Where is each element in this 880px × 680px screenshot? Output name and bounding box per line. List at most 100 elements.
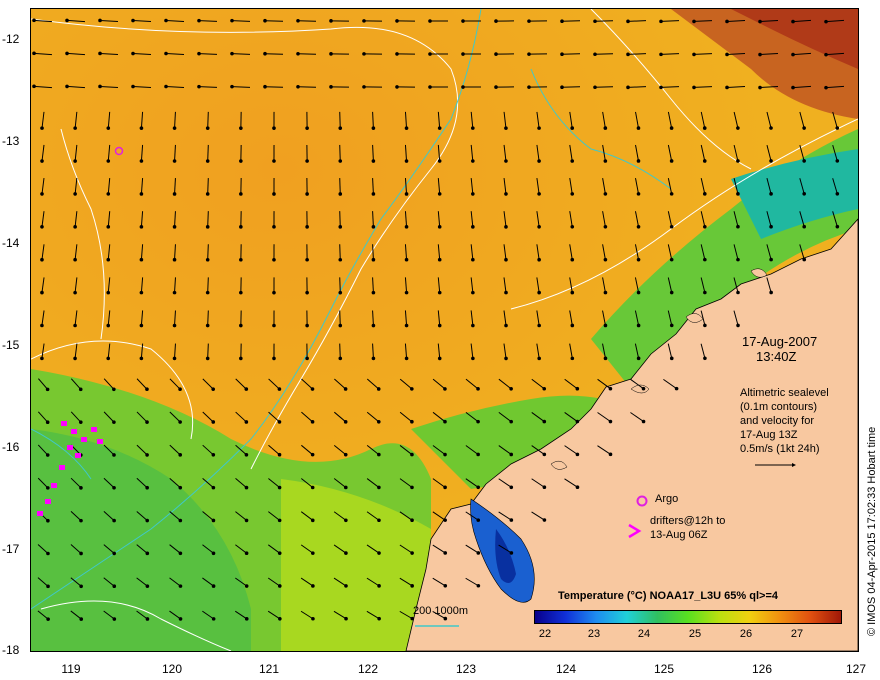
drifter-point [97, 439, 103, 444]
velocity-arrow-head [603, 224, 608, 229]
velocity-arrow-head [659, 85, 663, 90]
velocity-arrow-head [560, 52, 564, 57]
velocity-arrow [231, 20, 251, 22]
velocity-arrow-head [310, 452, 315, 457]
velocity-arrow-head [476, 485, 480, 490]
velocity-arrow-head [736, 159, 740, 163]
lat-tick-label: -14 [2, 236, 20, 250]
velocity-arrow [627, 20, 647, 22]
velocity-arrow-head [636, 257, 641, 262]
velocity-arrow-head [410, 419, 414, 424]
velocity-arrow-head [106, 126, 111, 130]
velocity-arrow-head [172, 323, 177, 328]
drifters-label: drifters@12h to 13-Aug 06Z [650, 514, 725, 542]
velocity-arrow-head [106, 356, 111, 361]
velocity-arrow-head [277, 485, 282, 490]
velocity-arrow-head [410, 485, 414, 490]
velocity-arrow [627, 53, 647, 55]
velocity-arrow [207, 144, 209, 162]
velocity-arrow-head [575, 419, 580, 424]
velocity-arrow [339, 111, 341, 129]
velocity-arrow-head [277, 420, 282, 424]
velocity-arrow-head [277, 551, 282, 555]
drifter-point [51, 483, 57, 488]
velocity-arrow-head [40, 356, 44, 361]
velocity-arrow-head [172, 257, 177, 262]
velocity-arrow-head [112, 485, 116, 490]
velocity-arrow-head [79, 551, 83, 556]
velocity-arrow-head [371, 257, 376, 262]
velocity-arrow-head [428, 19, 432, 23]
velocity-arrow-head [73, 126, 77, 130]
velocity-arrow-head [835, 159, 840, 163]
velocity-arrow-head [40, 323, 44, 328]
velocity-arrow-head [395, 19, 399, 23]
velocity-arrow-head [362, 19, 366, 23]
velocity-arrow-head [145, 518, 150, 523]
velocity-arrow-head [377, 452, 381, 457]
velocity-arrow-head [65, 18, 69, 23]
velocity-arrow-head [272, 126, 276, 130]
velocity-arrow-head [164, 51, 168, 56]
colorbar-title: Temperature (°C) NOAA17_L3U 65% ql>=4 [558, 590, 778, 602]
velocity-arrow-head [669, 224, 674, 229]
velocity-arrow-head [504, 323, 508, 328]
velocity-arrow-head [310, 420, 315, 424]
velocity-arrow-head [305, 192, 309, 196]
velocity-arrow-head [504, 356, 508, 361]
velocity-arrow-head [277, 452, 282, 457]
velocity-arrow-head [377, 584, 381, 588]
velocity-arrow-head [272, 257, 276, 262]
velocity-arrow-head [537, 225, 541, 229]
velocity-arrow-head [736, 323, 740, 328]
velocity-arrow-head [65, 51, 69, 56]
lat-tick-label: -12 [2, 32, 20, 46]
velocity-arrow-head [343, 420, 348, 424]
velocity-arrow-head [79, 617, 84, 621]
velocity-arrow-head [277, 518, 282, 523]
velocity-arrow-head [509, 485, 514, 490]
velocity-arrow-head [736, 126, 740, 130]
velocity-arrow-head [443, 387, 447, 391]
velocity-arrow-head [272, 356, 276, 361]
velocity-arrow-head [736, 224, 740, 229]
velocity-arrow-head [527, 85, 531, 89]
velocity-arrow-head [32, 18, 36, 23]
velocity-arrow-head [230, 51, 234, 56]
velocity-arrow-head [570, 159, 575, 163]
velocity-arrow-head [437, 126, 442, 130]
velocity-arrow-head [603, 290, 608, 295]
velocity-arrow-head [835, 126, 840, 130]
velocity-arrow-head [305, 356, 309, 361]
velocity-arrow-head [178, 617, 183, 621]
velocity-arrow-head [476, 518, 481, 522]
velocity-arrow-head [311, 616, 315, 621]
colorbar-tick-label: 22 [538, 628, 552, 640]
velocity-arrow-head [211, 584, 216, 588]
velocity-arrow-head [338, 192, 343, 196]
velocity-arrow-head [79, 486, 83, 490]
velocity-arrow-head [131, 18, 135, 23]
velocity-arrow-head [178, 485, 183, 490]
velocity-arrow-head [139, 225, 144, 229]
drifter-point [37, 511, 43, 516]
velocity-arrow-head [769, 159, 773, 163]
velocity-arrow-head [471, 192, 475, 196]
lon-tick-label: 123 [455, 662, 477, 676]
velocity-arrow-head [211, 387, 215, 391]
velocity-arrow-head [542, 452, 547, 457]
velocity-arrow-head [344, 616, 348, 621]
velocity-arrow-head [178, 387, 182, 391]
velocity-arrow-head [703, 257, 707, 262]
velocity-arrow-head [45, 387, 50, 392]
velocity-arrow-head [636, 159, 641, 163]
velocity-arrow-head [404, 356, 409, 361]
velocity-arrow-head [98, 84, 102, 89]
velocity-arrow-head [131, 51, 135, 56]
velocity-arrow-head [329, 19, 333, 23]
velocity-arrow-head [338, 126, 343, 130]
velocity-arrow-head [509, 419, 513, 424]
colorbar-tick-label: 27 [790, 628, 804, 640]
velocity-arrow-head [537, 290, 541, 295]
velocity-arrow-head [343, 387, 348, 391]
